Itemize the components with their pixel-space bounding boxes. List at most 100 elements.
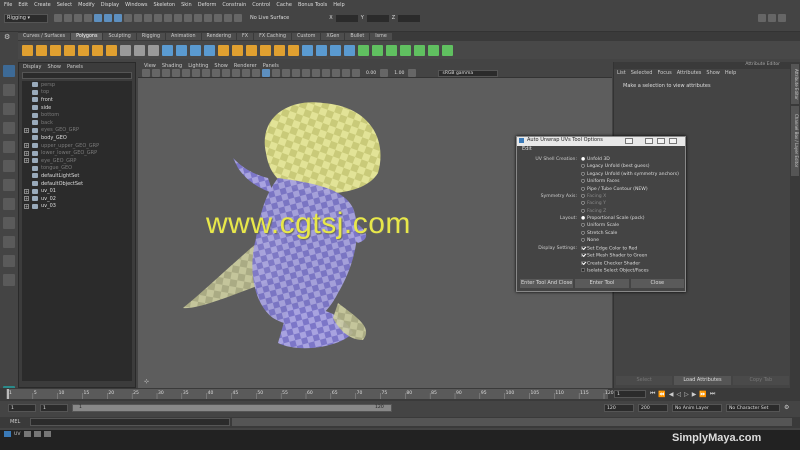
gamma-value[interactable]: 1.00 [394,71,404,76]
ae-menu-focus[interactable]: Focus [657,70,671,76]
shelf-tool-27-icon[interactable] [386,44,397,56]
outliner-item-upper-upper-geo-grp[interactable]: + upper_upper_GEO_GRP [22,142,132,150]
radio-pipe-tube-contour-new[interactable]: ○ Pipe / Tube Contour (NEW) [581,187,648,192]
current-frame-field[interactable]: 1 [614,390,646,398]
shelf-tool-18-icon[interactable] [260,44,271,56]
layout-outliner-icon[interactable] [3,236,15,248]
dialog-minimize-icon[interactable] [645,138,653,144]
shelf-tool-30-icon[interactable] [428,44,439,56]
undo-icon[interactable] [74,14,82,22]
outliner-item-uv-02[interactable]: + uv_02 [22,195,132,203]
taskbar-window-icon[interactable] [4,431,11,437]
shelf-tool-4-icon[interactable] [64,44,75,56]
outliner-item-eye-geo-grp[interactable]: + eye_GEO_GRP [22,157,132,165]
textured-icon[interactable] [272,69,280,77]
move-tool-icon[interactable] [3,122,15,134]
xray-icon[interactable] [332,69,340,77]
checkbox-create-checker-shader[interactable]: Create Checker Shader [581,260,640,266]
shelf-tab-rendering[interactable]: Rendering [201,33,237,40]
camera-attributes-icon[interactable] [142,69,150,77]
radio-unfold-3d[interactable]: ● Unfold 3D [581,157,610,162]
gate-mask-icon[interactable] [222,69,230,77]
time-slider[interactable]: 1 5 10 15 20 25 30 35 40 45 50 55 60 65 70 75 80 85 90 95 10… [0,388,800,401]
outliner-item-lower-lower-geo-grp[interactable]: + lower_lower_GEO_GRP [22,149,132,157]
command-input[interactable] [30,418,230,426]
image-plane-icon[interactable] [162,69,170,77]
isolate-select-icon[interactable] [322,69,330,77]
expand-icon[interactable]: + [24,127,29,133]
outliner-menu-panels[interactable]: Panels [67,64,83,70]
shelf-tab-animation[interactable]: Animation [166,33,201,40]
outliner-item-top[interactable]: top [22,89,132,97]
menu-control[interactable]: Control [252,2,270,8]
layout-single-icon[interactable] [3,179,15,191]
shelf-tool-28-icon[interactable] [400,44,411,56]
close-button[interactable]: Close [630,279,684,288]
menu-skeleton[interactable]: Skeleton [153,2,175,8]
end-time-field[interactable]: 200 [638,404,668,412]
shelf-tool-14-icon[interactable] [204,44,215,56]
menu-modify[interactable]: Modify [78,2,95,8]
dialog-edit-menu[interactable]: Edit [517,146,685,153]
menu-display[interactable]: Display [101,2,119,8]
wireframe-icon[interactable] [252,69,260,77]
lasso-tool-icon[interactable] [3,84,15,96]
dialog-close-icon[interactable] [669,138,677,144]
shelf-tab-bullet[interactable]: Bullet [345,33,370,40]
side-tab-channel-box[interactable]: Channel Box / Layer Editor [791,106,799,176]
redo-icon[interactable] [84,14,92,22]
shelf-tab-polygons[interactable]: Polygons [71,33,103,40]
viewport-menu-show[interactable]: Show [214,63,228,69]
viewport-menu-lighting[interactable]: Lighting [188,63,208,69]
folder-icon[interactable] [54,14,62,22]
radio-facing-z[interactable]: ○ Facing Z [581,209,606,214]
expand-icon[interactable]: + [24,196,29,202]
paint-select-icon[interactable] [3,103,15,115]
shelf-tool-24-icon[interactable] [344,44,355,56]
shelf-tool-23-icon[interactable] [330,44,341,56]
outliner-item-defaultobjectset[interactable]: defaultObjectSet [22,180,132,188]
snap-point-icon[interactable] [154,14,162,22]
menu-cache[interactable]: Cache [276,2,292,8]
enter-tool-and-close-button[interactable]: Enter Tool And Close [520,279,574,288]
live-surface-label[interactable]: No Live Surface [250,15,289,21]
menu-file[interactable]: File [4,2,12,8]
menu-edit[interactable]: Edit [18,2,28,8]
outliner-item-uv-03[interactable]: + uv_03 [22,203,132,211]
antialias-icon[interactable] [312,69,320,77]
dialog-extra-icon[interactable] [625,138,633,144]
radio-none[interactable]: ○ None [581,238,599,243]
playback-end-field[interactable]: 120 [604,404,634,412]
viewport-menu-view[interactable]: View [144,63,156,69]
safe-action-icon[interactable] [242,69,250,77]
shelf-tab-isme[interactable]: Isme [370,33,392,40]
outliner-menu-show[interactable]: Show [47,64,61,70]
mode-select[interactable]: Rigging ▾ [4,14,48,23]
view-transform-select[interactable]: sRGB gamma [438,69,499,77]
radio-uniform-scale[interactable]: ○ Uniform Scale [581,223,619,228]
shelf-tool-5-icon[interactable] [78,44,89,56]
shelf-tool-8-icon[interactable] [120,44,131,56]
expand-icon[interactable]: + [24,188,29,194]
rotate-tool-icon[interactable] [3,141,15,153]
enter-tool-button[interactable]: Enter Tool [575,279,629,288]
ae-menu-show[interactable]: Show [706,70,720,76]
shelf-tool-31-icon[interactable] [442,44,453,56]
shelf-tab-rigging[interactable]: Rigging [136,33,166,40]
current-time-marker[interactable] [7,389,9,399]
outliner-item-back[interactable]: back [22,119,132,127]
menu-windows[interactable]: Windows [125,2,147,8]
ambient-occlusion-icon[interactable] [302,69,310,77]
z-coord-input[interactable] [398,14,421,22]
camera-icon[interactable] [224,14,232,22]
character-set-select[interactable]: No Character Set [726,404,780,412]
shelf-tool-7-icon[interactable] [106,44,117,56]
step-forward-key-icon[interactable]: ⏩ [699,391,706,398]
start-time-field[interactable]: 1 [8,404,36,412]
ae-menu-list[interactable]: List [617,70,626,76]
hypershade-icon[interactable] [214,14,222,22]
snap-curve-icon[interactable] [144,14,152,22]
xray-joints-icon[interactable] [342,69,350,77]
lights-icon[interactable] [282,69,290,77]
expand-icon[interactable]: + [24,203,29,209]
